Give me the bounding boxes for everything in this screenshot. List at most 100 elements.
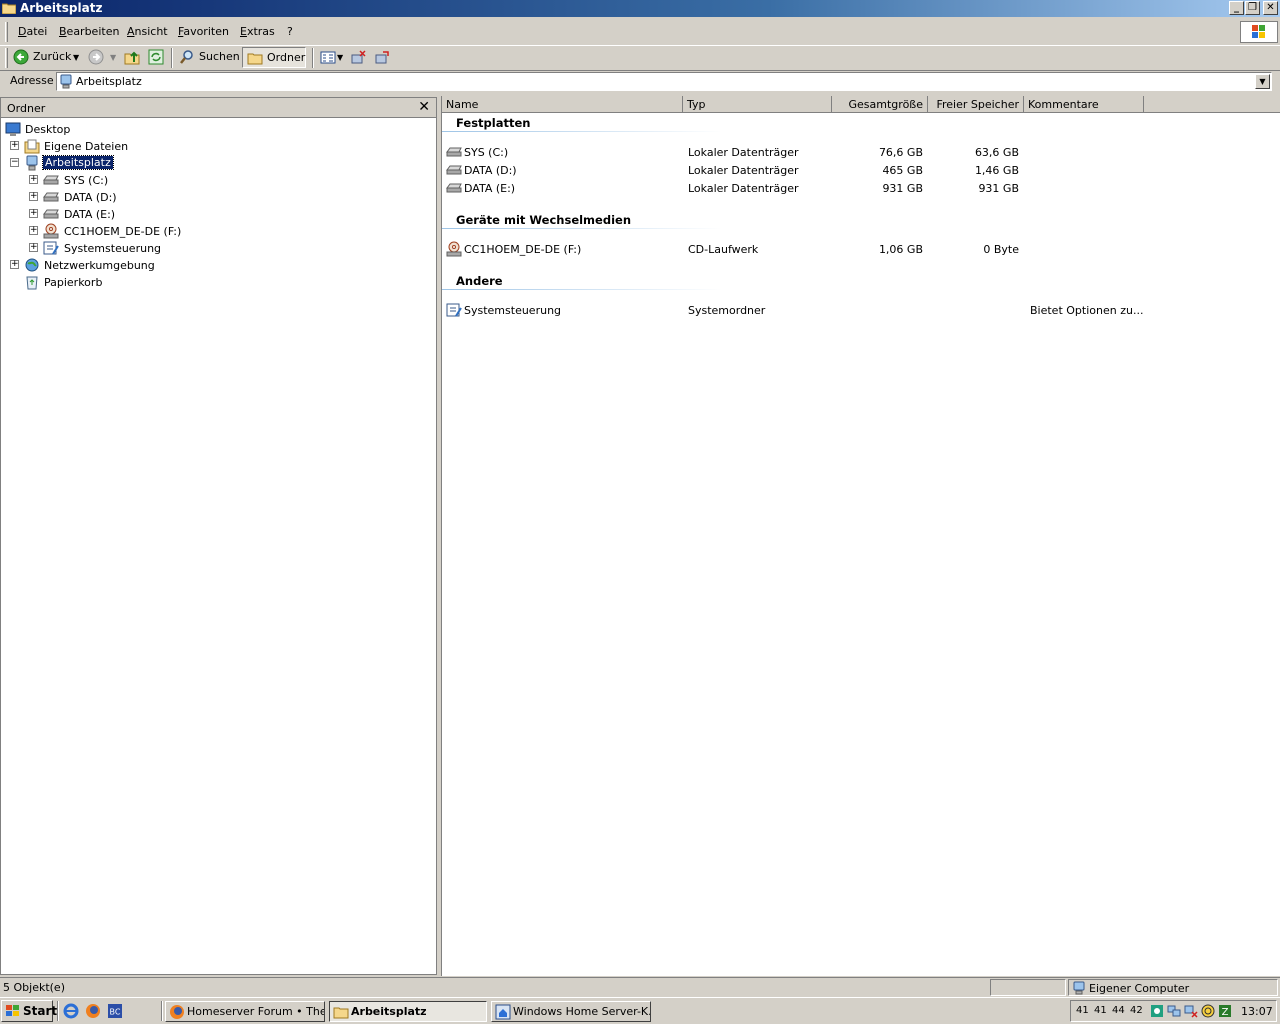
column-header: Name Typ Gesamtgröße Freier Speicher Kom… — [442, 96, 1280, 113]
item-name: SYS (C:) — [464, 146, 509, 159]
expand-icon[interactable]: + — [29, 209, 38, 218]
folder-icon — [2, 3, 16, 14]
expand-icon[interactable]: + — [29, 192, 38, 201]
tray-circle-icon[interactable] — [1201, 1004, 1215, 1018]
start-button[interactable]: Start — [1, 1000, 57, 1022]
computer-icon — [26, 155, 38, 171]
taskbar-separator — [161, 1001, 163, 1021]
search-button[interactable]: Suchen — [199, 50, 240, 63]
toolbar-separator — [171, 48, 173, 68]
item-comment: Bietet Optionen zu... — [1030, 304, 1144, 317]
expand-icon[interactable]: + — [29, 243, 38, 252]
item-type: Lokaler Datenträger — [688, 146, 799, 159]
folder-icon — [333, 1007, 349, 1019]
item-name: CC1HOEM_DE-DE (F:) — [464, 243, 582, 256]
clock[interactable]: 13:07 — [1241, 1005, 1273, 1018]
ie-icon[interactable] — [63, 1003, 79, 1019]
task-label: Windows Home Server-K... — [513, 1005, 651, 1018]
column-type[interactable]: Typ — [683, 96, 832, 113]
cd-drive-icon — [446, 241, 462, 257]
group-title-andere: Andere — [456, 274, 503, 288]
minimize-button[interactable]: _ — [1229, 1, 1244, 15]
expand-icon[interactable]: + — [10, 141, 19, 150]
status-bar: 5 Objekt(e) Eigener Computer — [0, 977, 1280, 997]
item-type: Lokaler Datenträger — [688, 182, 799, 195]
firefox-icon[interactable] — [85, 1003, 101, 1019]
menu-help[interactable]: ? — [287, 25, 293, 38]
system-tray: 41 41 44 42 Z 13:07 — [1070, 1000, 1277, 1022]
item-free: 63,6 GB — [974, 146, 1019, 159]
group-divider — [442, 289, 722, 290]
list-item[interactable]: DATA (D:) Lokaler Datenträger 465 GB 1,4… — [442, 162, 1280, 179]
control-panel-icon — [446, 303, 462, 317]
disconnect-drive-icon[interactable] — [350, 49, 366, 65]
cd-drive-icon — [43, 223, 59, 239]
item-total: 76,6 GB — [878, 146, 923, 159]
list-item[interactable]: SYS (C:) Lokaler Datenträger 76,6 GB 63,… — [442, 144, 1280, 161]
task-windows-home-server[interactable]: Windows Home Server-K... — [491, 1001, 651, 1022]
folder-pane: Ordner ✕ Desktop + Eigene Dateien − Arbe… — [0, 97, 437, 975]
drive-icon — [43, 175, 59, 185]
drive-icon — [43, 209, 59, 219]
folder-up-icon[interactable] — [124, 49, 140, 65]
recycle-bin-icon — [26, 276, 38, 290]
tray-number: 42 — [1130, 1005, 1143, 1016]
file-list-pane: Name Typ Gesamtgröße Freier Speicher Kom… — [441, 96, 1280, 976]
expand-icon[interactable]: + — [29, 175, 38, 184]
item-type: CD-Laufwerk — [688, 243, 759, 256]
restore-button[interactable]: ❐ — [1245, 1, 1260, 15]
task-arbeitsplatz[interactable]: Arbeitsplatz — [329, 1001, 487, 1022]
folder-pane-header: Ordner ✕ — [1, 98, 436, 118]
tree-label: DATA (D:) — [64, 191, 117, 204]
menu-favoriten[interactable]: Favoriten — [178, 25, 229, 38]
address-input[interactable]: Arbeitsplatz ▼ — [56, 72, 1272, 91]
views-dropdown-icon[interactable]: ▼ — [337, 53, 343, 62]
column-name[interactable]: Name — [442, 96, 683, 113]
computer-icon — [1073, 981, 1085, 995]
tray-number: 41 — [1076, 1005, 1089, 1016]
menu-datei[interactable]: Datei — [18, 25, 47, 38]
close-button[interactable]: ✕ — [1263, 1, 1278, 15]
menu-ansicht[interactable]: Ansicht — [127, 25, 168, 38]
forward-dropdown-icon[interactable]: ▼ — [110, 53, 116, 62]
filezilla-icon[interactable]: Z — [1218, 1004, 1232, 1018]
group-divider — [442, 131, 722, 132]
column-comments[interactable]: Kommentare — [1024, 96, 1144, 113]
network-connection-icon[interactable] — [1167, 1004, 1181, 1018]
network-disconnected-icon[interactable] — [1184, 1004, 1198, 1018]
collapse-icon[interactable]: − — [10, 158, 19, 167]
drive-icon — [43, 192, 59, 202]
item-total: 465 GB — [882, 164, 923, 177]
tray-app-icon[interactable] — [1150, 1004, 1164, 1018]
back-arrow-icon[interactable] — [13, 49, 29, 65]
menu-extras[interactable]: Extras — [240, 25, 275, 38]
item-name: DATA (D:) — [464, 164, 517, 177]
sync-icon[interactable] — [148, 49, 164, 65]
expand-icon[interactable]: + — [10, 260, 19, 269]
list-item[interactable]: CC1HOEM_DE-DE (F:) CD-Laufwerk 1,06 GB 0… — [442, 241, 1280, 258]
address-dropdown-icon[interactable]: ▼ — [1255, 74, 1270, 89]
column-total-size[interactable]: Gesamtgröße — [832, 96, 928, 113]
folders-button[interactable]: Ordner — [242, 47, 306, 68]
menu-bearbeiten[interactable]: Bearbeiten — [59, 25, 119, 38]
control-panel-icon — [43, 241, 59, 255]
close-icon[interactable]: ✕ — [418, 99, 430, 115]
list-item[interactable]: Systemsteuerung Systemordner Bietet Opti… — [442, 302, 1280, 319]
map-drive-icon[interactable] — [374, 49, 390, 65]
forward-arrow-icon[interactable] — [88, 49, 104, 65]
search-icon[interactable] — [179, 49, 195, 65]
item-name: Systemsteuerung — [464, 304, 562, 317]
tree-label: Netzwerkumgebung — [44, 259, 155, 272]
computer-icon — [60, 74, 72, 89]
views-icon[interactable] — [320, 49, 336, 65]
toolbar-grip — [5, 48, 8, 68]
status-empty-pane — [990, 979, 1066, 996]
back-dropdown-icon[interactable]: ▼ — [73, 53, 79, 62]
task-homeserver-forum[interactable]: Homeserver Forum • The... — [165, 1001, 325, 1022]
back-button[interactable]: Zurück — [33, 50, 71, 63]
expand-icon[interactable]: + — [29, 226, 38, 235]
svg-text:Z: Z — [1222, 1007, 1229, 1018]
column-free-space[interactable]: Freier Speicher — [928, 96, 1024, 113]
bc-icon[interactable]: BC — [107, 1003, 123, 1019]
list-item[interactable]: DATA (E:) Lokaler Datenträger 931 GB 931… — [442, 180, 1280, 197]
